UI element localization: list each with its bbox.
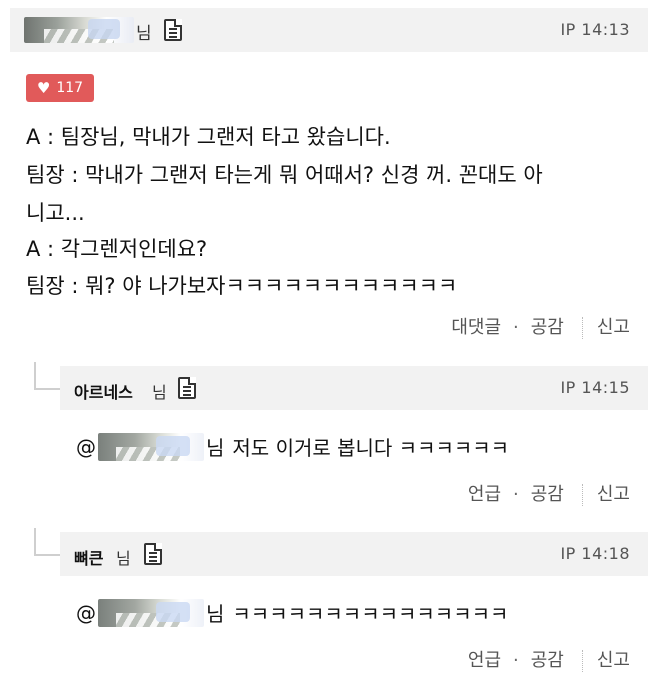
reply-button[interactable]: 대댓글	[451, 317, 501, 338]
comment-actions: 대댓글 · 공감 신고	[451, 317, 630, 339]
document-icon[interactable]	[178, 377, 196, 399]
mentioned-user-avatar[interactable]	[98, 598, 204, 627]
report-button[interactable]: 신고	[597, 484, 630, 505]
ip-timestamp: IP 14:18	[560, 544, 630, 563]
empathy-button[interactable]: 공감	[531, 484, 564, 505]
reply-body: @ 님 ㅋㅋㅋㅋㅋㅋㅋㅋㅋㅋㅋㅋㅋㅋㅋ	[76, 598, 508, 627]
reply-text: ㅋㅋㅋㅋㅋㅋㅋㅋㅋㅋㅋㅋㅋㅋㅋ	[232, 602, 509, 626]
reply-author-suffix: 님	[152, 383, 167, 402]
heart-icon: ♥	[36, 78, 51, 97]
reply-author[interactable]: 뼈큰	[74, 545, 103, 569]
mention-suffix: 님	[206, 602, 225, 626]
comment-line-2: 팀장 : 막내가 그랜저 타는게 뭐 어때서? 신경 꺼. 꼰대도 아	[26, 163, 543, 187]
reply-text: 저도 이거로 봅니다 ㅋㅋㅋㅋㅋㅋ	[232, 436, 510, 460]
like-button[interactable]: ♥ 117	[26, 74, 94, 102]
author-suffix: 님	[136, 24, 152, 44]
mention-button[interactable]: 언급	[468, 484, 501, 505]
report-button[interactable]: 신고	[597, 317, 630, 338]
reply-author[interactable]: 아르네스	[74, 379, 133, 403]
comment-line-3: 니고...	[26, 201, 85, 225]
ip-timestamp: IP 14:13	[560, 20, 630, 39]
reply-body: @ 님 저도 이거로 봅니다 ㅋㅋㅋㅋㅋㅋ	[76, 432, 509, 461]
author-avatar[interactable]	[24, 17, 134, 43]
reply-header: 아르네스 님 IP 14:15	[60, 366, 648, 410]
document-icon[interactable]	[144, 543, 162, 565]
mention-at: @	[76, 600, 96, 625]
report-button[interactable]: 신고	[597, 650, 630, 671]
comment-line-5: 팀장 : 뭐? 야 나가보자ㅋㅋㅋㅋㅋㅋㅋㅋㅋㅋㅋㅋ	[26, 274, 458, 298]
comment-line-4: A : 각그렌저인데요?	[26, 237, 208, 261]
like-count: 117	[56, 80, 84, 96]
reply-actions: 언급 · 공감 신고	[467, 484, 630, 506]
mention-suffix: 님	[206, 436, 225, 460]
comment-line-1: A : 팀장님, 막내가 그랜저 타고 왔습니다.	[26, 125, 391, 149]
reply-header: 뼈큰 님 IP 14:18	[60, 532, 648, 576]
reply-actions: 언급 · 공감 신고	[467, 650, 630, 672]
empathy-button[interactable]: 공감	[531, 650, 564, 671]
document-icon[interactable]	[164, 19, 182, 41]
reply-author-suffix: 님	[116, 549, 131, 568]
empathy-button[interactable]: 공감	[531, 317, 564, 338]
mentioned-user-avatar[interactable]	[98, 432, 204, 461]
mention-at: @	[76, 434, 96, 459]
comment-header: 님 IP 14:13	[10, 8, 648, 52]
mention-button[interactable]: 언급	[468, 650, 501, 671]
ip-timestamp: IP 14:15	[560, 378, 630, 397]
